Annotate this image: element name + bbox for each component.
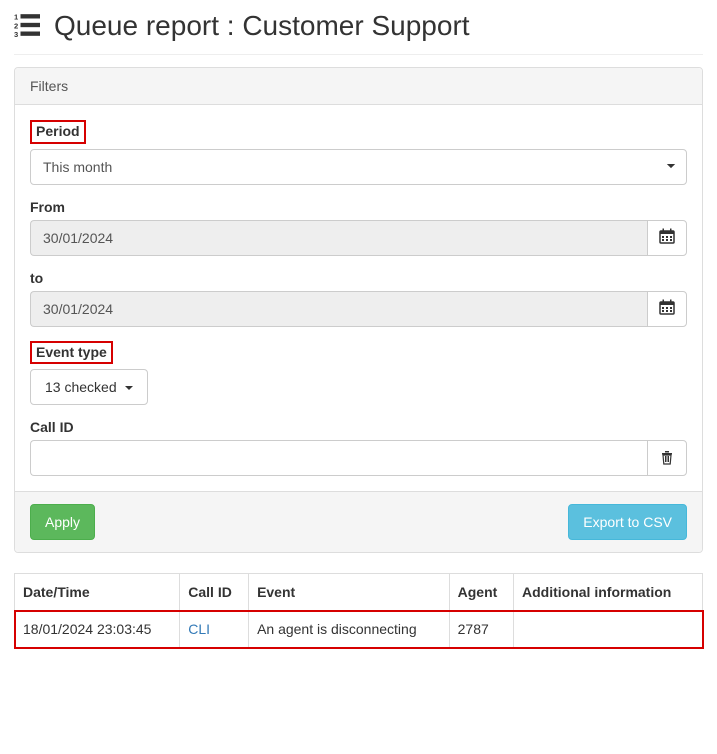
col-date-time: Date/Time [15, 574, 180, 611]
cell-event: An agent is disconnecting [249, 611, 450, 648]
table-header-row: Date/Time Call ID Event Agent Additional… [15, 574, 703, 611]
page-header: 1 2 3 Queue report : Customer Support [14, 10, 703, 55]
export-csv-button[interactable]: Export to CSV [568, 504, 687, 540]
calendar-icon [659, 299, 675, 318]
event-type-dropdown-label: 13 checked [45, 379, 117, 395]
filters-panel: Filters Period This month From to [14, 67, 703, 553]
to-label: to [30, 270, 43, 286]
call-id-input[interactable] [30, 440, 647, 476]
call-id-clear-button[interactable] [647, 440, 687, 476]
cell-agent: 2787 [449, 611, 513, 648]
col-event: Event [249, 574, 450, 611]
page-title: Queue report : Customer Support [54, 10, 470, 42]
svg-text:2: 2 [14, 21, 18, 30]
from-group: From [30, 199, 687, 256]
numbered-list-icon: 1 2 3 [14, 12, 54, 41]
cell-date-time: 18/01/2024 23:03:45 [15, 611, 180, 648]
to-calendar-button[interactable] [647, 291, 687, 327]
cell-additional [514, 611, 703, 648]
svg-text:1: 1 [14, 12, 18, 21]
call-id-label: Call ID [30, 419, 74, 435]
results-table: Date/Time Call ID Event Agent Additional… [14, 573, 703, 648]
filters-panel-footer: Apply Export to CSV [15, 491, 702, 552]
col-additional: Additional information [514, 574, 703, 611]
filters-panel-body: Period This month From to [15, 105, 702, 491]
apply-button[interactable]: Apply [30, 504, 95, 540]
period-select[interactable]: This month [30, 149, 687, 185]
table-row: 18/01/2024 23:03:45 CLI An agent is disc… [15, 611, 703, 648]
event-type-label: Event type [30, 341, 113, 365]
caret-down-icon [125, 386, 133, 390]
cell-call-id: CLI [180, 611, 249, 648]
svg-text:3: 3 [14, 29, 18, 37]
to-input[interactable] [30, 291, 647, 327]
event-type-group: Event type 13 checked [30, 341, 687, 406]
from-calendar-button[interactable] [647, 220, 687, 256]
col-call-id: Call ID [180, 574, 249, 611]
call-id-link[interactable]: CLI [188, 621, 210, 637]
event-type-dropdown[interactable]: 13 checked [30, 369, 148, 405]
filters-panel-heading: Filters [15, 68, 702, 105]
from-label: From [30, 199, 65, 215]
col-agent: Agent [449, 574, 513, 611]
call-id-input-group [30, 440, 687, 476]
period-label: Period [30, 120, 86, 144]
trash-icon [659, 449, 675, 468]
to-group: to [30, 270, 687, 327]
to-input-group [30, 291, 687, 327]
call-id-group: Call ID [30, 419, 687, 476]
period-group: Period This month [30, 120, 687, 185]
calendar-icon [659, 228, 675, 247]
from-input[interactable] [30, 220, 647, 256]
from-input-group [30, 220, 687, 256]
